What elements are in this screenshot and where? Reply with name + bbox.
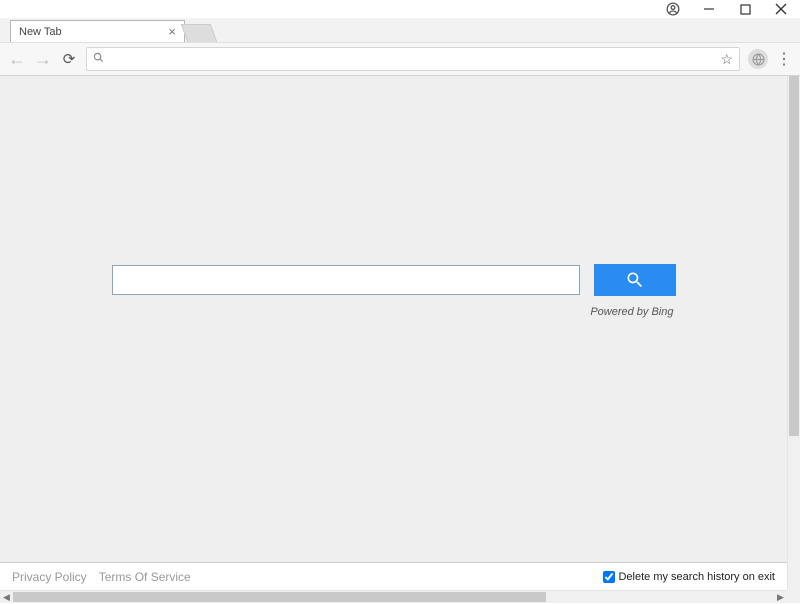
page-viewport: Powered by Bing Privacy Policy Terms Of …	[0, 76, 800, 603]
tab-title: New Tab	[19, 26, 62, 38]
magnifier-icon	[625, 270, 645, 290]
browser-tab[interactable]: New Tab ×	[10, 20, 185, 42]
window-maximize-icon[interactable]	[738, 2, 752, 16]
reload-button[interactable]: ⟳	[60, 50, 78, 68]
forward-button[interactable]: →	[34, 49, 52, 70]
search-center: Powered by Bing	[112, 264, 676, 318]
search-input[interactable]	[112, 265, 580, 295]
address-bar[interactable]: ☆	[86, 47, 740, 71]
horizontal-scroll-track[interactable]	[13, 591, 774, 603]
profile-avatar-icon[interactable]	[748, 49, 768, 69]
footer-links: Privacy Policy Terms Of Service	[12, 570, 191, 584]
address-input[interactable]	[110, 52, 716, 66]
window-minimize-icon[interactable]	[702, 2, 716, 16]
delete-history-label: Delete my search history on exit	[618, 571, 775, 583]
page-footer: Privacy Policy Terms Of Service Delete m…	[0, 562, 787, 590]
privacy-policy-link[interactable]: Privacy Policy	[12, 570, 87, 584]
vertical-scroll-thumb[interactable]	[789, 76, 799, 436]
bookmark-star-icon[interactable]: ☆	[720, 51, 733, 68]
back-button[interactable]: ←	[8, 49, 26, 70]
browser-toolbar: ← → ⟳ ☆ ⋮	[0, 42, 800, 76]
scrollbar-corner	[787, 590, 800, 603]
terms-of-service-link[interactable]: Terms Of Service	[99, 570, 191, 584]
window-titlebar	[0, 0, 800, 18]
window-close-icon[interactable]	[774, 2, 788, 16]
tab-strip: New Tab ×	[0, 18, 800, 42]
page-content: Powered by Bing Privacy Policy Terms Of …	[0, 76, 787, 590]
tab-close-icon[interactable]: ×	[168, 25, 176, 38]
horizontal-scrollbar[interactable]: ◀ ▶	[0, 590, 787, 603]
search-icon	[93, 52, 104, 66]
search-row	[112, 264, 676, 296]
delete-history-checkbox[interactable]	[603, 571, 615, 583]
powered-by-label: Powered by Bing	[590, 306, 673, 318]
scroll-left-icon[interactable]: ◀	[0, 591, 13, 604]
horizontal-scroll-thumb[interactable]	[13, 592, 546, 602]
scroll-right-icon[interactable]: ▶	[774, 591, 787, 604]
footer-right: Delete my search history on exit	[603, 571, 775, 583]
vertical-scrollbar[interactable]	[787, 76, 800, 590]
search-button[interactable]	[594, 264, 676, 296]
kebab-menu-icon[interactable]: ⋮	[776, 49, 792, 69]
user-account-icon[interactable]	[666, 2, 680, 16]
new-tab-button[interactable]	[181, 24, 218, 42]
